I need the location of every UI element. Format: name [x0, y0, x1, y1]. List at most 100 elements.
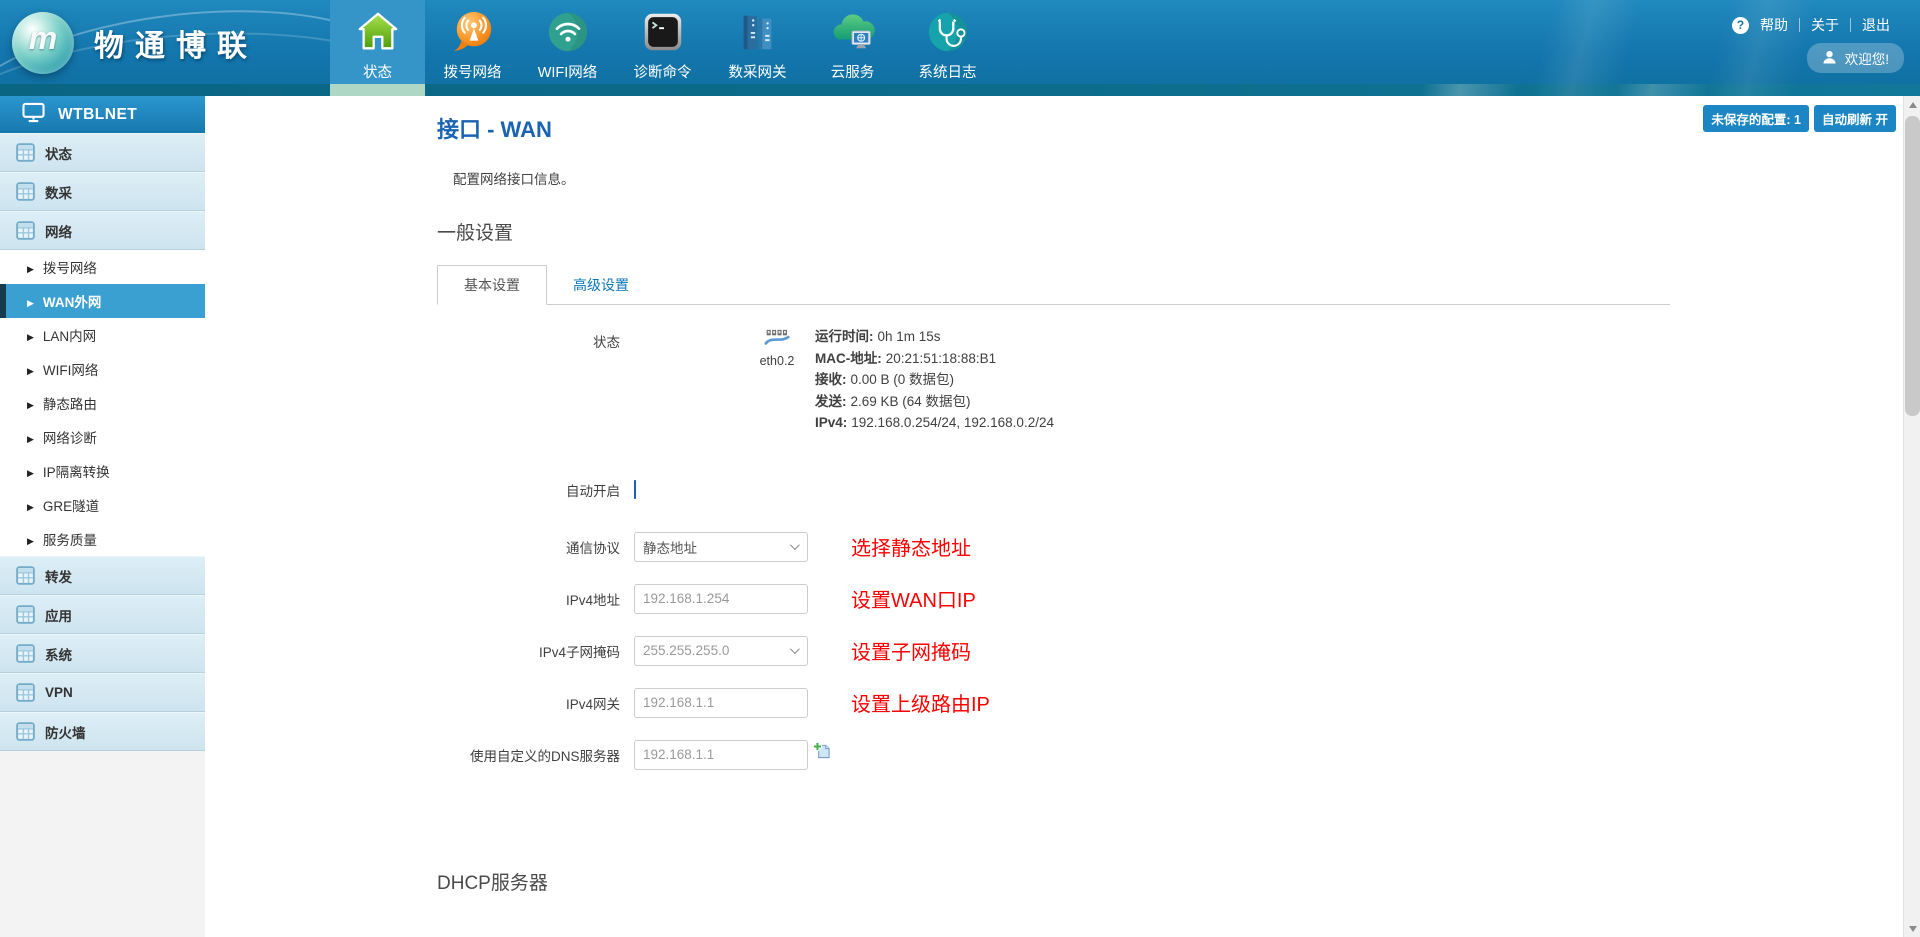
main-content: 未保存的配置: 1 自动刷新 开 接口 - WAN 配置网络接口信息。 一般设置…	[205, 96, 1903, 937]
sidebar-item-wan[interactable]: WAN外网	[0, 284, 205, 318]
ipv4-address-label: IPv4地址	[437, 589, 634, 609]
sidebar-item-lan[interactable]: LAN内网	[0, 318, 205, 352]
triangle-down-icon	[1909, 926, 1917, 932]
scroll-up-button[interactable]	[1904, 96, 1920, 113]
sidebar-item-status[interactable]: 状态	[0, 133, 205, 172]
page-header: 物通博联 状态	[0, 0, 1920, 96]
netmask-row: IPv4子网掩码 255.255.255.0 设置子网掩码	[437, 636, 1903, 666]
sidebar-item-static-route[interactable]: 静态路由	[0, 386, 205, 420]
nav-item-data-gateway[interactable]: 数采网关	[710, 0, 805, 84]
sidebar-item-label: 服务质量	[43, 529, 97, 549]
protocol-select[interactable]: 静态地址	[634, 532, 808, 562]
sidebar-item-network-diagnosis[interactable]: 网络诊断	[0, 420, 205, 454]
sidebar-item-label: 应用	[45, 605, 72, 625]
brand-title: 物通博联	[94, 21, 258, 65]
gateway-row: IPv4网关 设置上级路由IP	[437, 688, 1903, 718]
page-subtitle: 配置网络接口信息。	[453, 168, 1903, 188]
nav-label: WIFI网络	[538, 61, 598, 82]
sidebar-item-label: 系统	[45, 644, 72, 664]
chevron-down-icon	[790, 644, 800, 654]
interface-name: eth0.2	[760, 354, 795, 368]
nav-item-system-log[interactable]: 系统日志	[900, 0, 995, 84]
annotation-netmask: 设置子网掩码	[851, 636, 971, 665]
unsaved-config-badge[interactable]: 未保存的配置: 1	[1703, 105, 1809, 132]
nav-item-status[interactable]: 状态	[330, 0, 425, 84]
top-nav: 状态 拨号网络	[330, 0, 995, 84]
gateway-input[interactable]	[634, 688, 808, 718]
decorative-arc	[0, 15, 477, 96]
grid-icon	[16, 722, 35, 741]
sidebar-item-gre-tunnel[interactable]: GRE隧道	[0, 488, 205, 522]
nav-item-cloud-service[interactable]: 云服务	[805, 0, 900, 84]
logout-link[interactable]: 退出	[1862, 15, 1890, 35]
nav-label: 系统日志	[919, 61, 977, 82]
nav-item-wifi-network[interactable]: WIFI网络	[520, 0, 615, 84]
status-row: 状态 eth0.2 运行时间:0h 1m 15s	[437, 329, 1903, 434]
home-icon	[355, 9, 401, 55]
user-icon	[1822, 50, 1837, 67]
triangle-right-icon	[27, 260, 34, 275]
sidebar-item-qos[interactable]: 服务质量	[0, 522, 205, 556]
dhcp-section-heading: DHCP服务器	[437, 868, 1903, 895]
sidebar: WTBLNET 状态 数采 网络 拨号网络 WAN外网 LAN内网 WIF	[0, 96, 205, 937]
auto-start-checkbox[interactable]	[634, 480, 636, 499]
grid-icon	[16, 644, 35, 663]
status-line: MAC-地址:20:21:51:18:88:B1	[815, 348, 1054, 370]
divider	[1799, 18, 1800, 32]
sidebar-title: WTBLNET	[58, 106, 137, 124]
dns-input[interactable]	[634, 740, 808, 770]
ipv4-address-row: IPv4地址 设置WAN口IP	[437, 584, 1903, 614]
auto-refresh-badge[interactable]: 自动刷新 开	[1814, 105, 1896, 132]
tab-basic-settings[interactable]: 基本设置	[437, 265, 547, 305]
netmask-select[interactable]: 255.255.255.0	[634, 636, 808, 666]
welcome-user-button[interactable]: 欢迎您!	[1807, 43, 1904, 73]
nav-item-dial-network[interactable]: 拨号网络	[425, 0, 520, 84]
status-label: 状态	[437, 329, 634, 351]
sidebar-item-firewall[interactable]: 防火墙	[0, 712, 205, 751]
settings-tabs: 基本设置 高级设置	[437, 265, 1670, 305]
tab-advanced-settings[interactable]: 高级设置	[547, 266, 655, 304]
sidebar-item-label: GRE隧道	[43, 495, 99, 515]
status-line: 发送:2.69 KB (64 数据包)	[815, 391, 1054, 413]
help-link[interactable]: 帮助	[1760, 15, 1788, 35]
wifi-icon	[545, 9, 591, 55]
scroll-down-button[interactable]	[1904, 920, 1920, 937]
nav-item-diagnostic-command[interactable]: 诊断命令	[615, 0, 710, 84]
sidebar-item-application[interactable]: 应用	[0, 595, 205, 634]
protocol-label: 通信协议	[437, 537, 634, 557]
interface-block: eth0.2	[739, 329, 815, 368]
sidebar-item-label: VPN	[45, 685, 73, 700]
grid-icon	[16, 605, 35, 624]
interface-form: 状态 eth0.2 运行时间:0h 1m 15s	[437, 329, 1903, 770]
sidebar-item-label: 静态路由	[43, 393, 97, 413]
ipv4-address-input[interactable]	[634, 584, 808, 614]
scroll-thumb[interactable]	[1905, 116, 1920, 416]
sidebar-item-forwarding[interactable]: 转发	[0, 556, 205, 595]
about-link[interactable]: 关于	[1811, 15, 1839, 35]
sidebar-item-system[interactable]: 系统	[0, 634, 205, 673]
header-links: 帮助 关于 退出	[1732, 15, 1890, 35]
status-lines: 运行时间:0h 1m 15s MAC-地址:20:21:51:18:88:B1 …	[815, 326, 1054, 434]
sidebar-item-wifi[interactable]: WIFI网络	[0, 352, 205, 386]
page-title: 接口 - WAN	[437, 112, 1903, 144]
divider	[1850, 18, 1851, 32]
annotation-protocol: 选择静态地址	[851, 532, 971, 561]
broadcast-icon	[450, 9, 496, 55]
annotation-gateway: 设置上级路由IP	[851, 688, 990, 717]
decorative-arc	[0, 0, 430, 96]
auto-start-label: 自动开启	[437, 480, 634, 500]
sidebar-item-dial-network[interactable]: 拨号网络	[0, 250, 205, 284]
sidebar-item-vpn[interactable]: VPN	[0, 673, 205, 712]
nav-label: 云服务	[831, 61, 875, 82]
sidebar-item-data-collection[interactable]: 数采	[0, 172, 205, 211]
sidebar-item-label: 拨号网络	[43, 257, 97, 277]
monitor-icon	[22, 102, 45, 128]
sidebar-item-ip-isolation[interactable]: IP隔离转换	[0, 454, 205, 488]
terminal-icon	[640, 9, 686, 55]
scrollbar-track[interactable]	[1903, 96, 1920, 937]
auto-start-row: 自动开启	[437, 480, 1903, 500]
sidebar-item-label: LAN内网	[43, 325, 96, 345]
add-dns-button[interactable]	[813, 742, 831, 760]
sidebar-item-network[interactable]: 网络	[0, 211, 205, 250]
triangle-right-icon	[27, 498, 34, 513]
